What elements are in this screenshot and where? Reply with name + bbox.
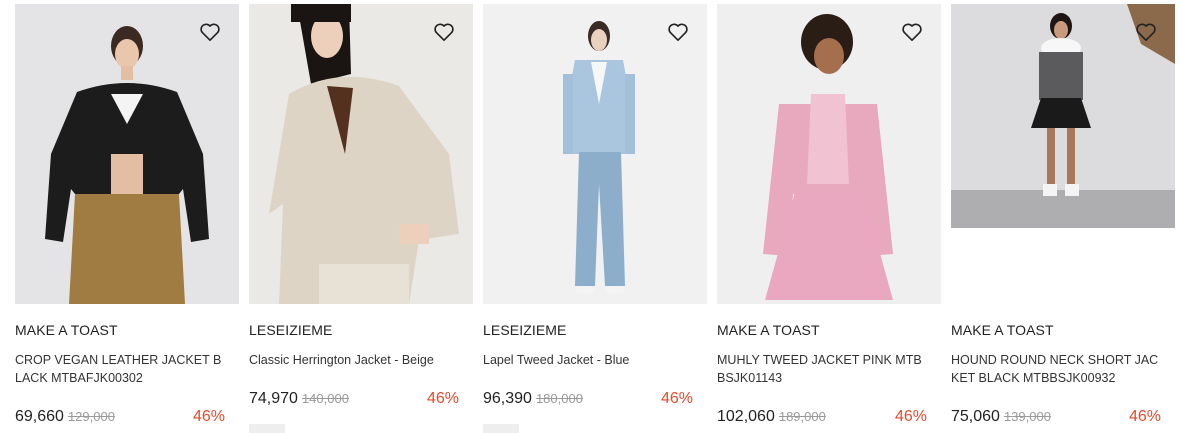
product-name[interactable]: Classic Herrington Jacket - Beige <box>249 351 461 369</box>
product-photo <box>249 4 473 304</box>
product-brand[interactable]: LESEIZIEME <box>483 322 566 338</box>
product-card[interactable]: LESEIZIEME Classic Herrington Jacket - B… <box>249 4 473 433</box>
product-card[interactable]: MAKE A TOAST HOUND ROUND NECK SHORT JACK… <box>951 4 1175 425</box>
product-card[interactable]: MAKE A TOAST CROP VEGAN LEATHER JACKET B… <box>15 4 239 425</box>
original-price: 140,000 <box>301 391 349 406</box>
product-name[interactable]: CROP VEGAN LEATHER JACKET BLACK MTBAFJK0… <box>15 351 227 387</box>
product-name[interactable]: MUHLY TWEED JACKET PINK MTBBSJK01143 <box>717 351 929 387</box>
price-row: 69,660 129,000 46% <box>15 408 225 430</box>
sale-price: 102,060 <box>717 408 775 425</box>
product-brand[interactable]: MAKE A TOAST <box>717 322 820 338</box>
product-brand[interactable]: LESEIZIEME <box>249 322 332 338</box>
heart-outline-icon[interactable] <box>199 22 221 42</box>
product-card[interactable]: MAKE A TOAST MUHLY TWEED JACKET PINK MTB… <box>717 4 941 425</box>
product-photo <box>483 4 707 304</box>
original-price: 139,000 <box>1003 409 1051 424</box>
price-row: 96,390 180,000 46% <box>483 390 693 412</box>
option-tag <box>249 424 285 433</box>
heart-outline-icon[interactable] <box>1135 22 1157 42</box>
original-price: 189,000 <box>778 409 826 424</box>
sale-price: 75,060 <box>951 408 1000 425</box>
discount-rate: 46% <box>192 408 225 425</box>
price-row: 75,060 139,000 46% <box>951 408 1161 430</box>
product-image[interactable] <box>249 4 473 304</box>
price-row: 102,060 189,000 46% <box>717 408 927 430</box>
heart-outline-icon[interactable] <box>433 22 455 42</box>
heart-outline-icon[interactable] <box>901 22 923 42</box>
product-card[interactable]: LESEIZIEME Lapel Tweed Jacket - Blue 96,… <box>483 4 707 433</box>
original-price: 180,000 <box>535 391 583 406</box>
product-photo <box>717 4 941 304</box>
product-brand[interactable]: MAKE A TOAST <box>15 322 118 338</box>
original-price: 129,000 <box>67 409 115 424</box>
sale-price: 96,390 <box>483 390 532 407</box>
option-tag <box>483 424 519 433</box>
product-brand[interactable]: MAKE A TOAST <box>951 322 1054 338</box>
sale-price: 69,660 <box>15 408 64 425</box>
product-photo <box>15 4 239 304</box>
product-name[interactable]: Lapel Tweed Jacket - Blue <box>483 351 695 369</box>
product-image[interactable] <box>483 4 707 304</box>
discount-rate: 46% <box>426 390 459 407</box>
discount-rate: 46% <box>1128 408 1161 425</box>
product-image[interactable] <box>15 4 239 304</box>
product-image[interactable] <box>951 4 1175 228</box>
heart-outline-icon[interactable] <box>667 22 689 42</box>
sale-price: 74,970 <box>249 390 298 407</box>
discount-rate: 46% <box>660 390 693 407</box>
price-row: 74,970 140,000 46% <box>249 390 459 412</box>
discount-rate: 46% <box>894 408 927 425</box>
product-name[interactable]: HOUND ROUND NECK SHORT JACKET BLACK MTBB… <box>951 351 1163 387</box>
product-image[interactable] <box>717 4 941 304</box>
